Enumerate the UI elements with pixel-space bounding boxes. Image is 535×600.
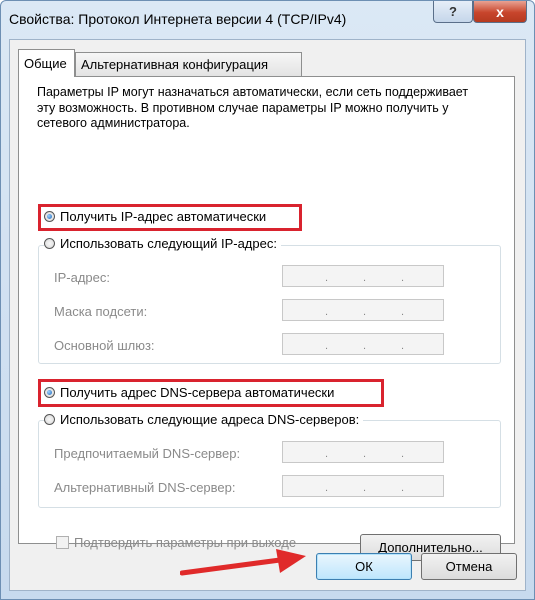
tab-general[interactable]: Общие (18, 49, 75, 77)
dialog-window: Свойства: Протокол Интернета версии 4 (T… (0, 0, 535, 600)
gateway-label: Основной шлюз: (54, 338, 155, 353)
dns-auto-label: Получить адрес DNS-сервера автоматически (60, 385, 335, 400)
cancel-button[interactable]: Отмена (421, 553, 517, 580)
ok-button[interactable]: ОК (316, 553, 412, 580)
ip-manual-radio[interactable]: Использовать следующий IP-адрес: (44, 236, 281, 251)
subnet-mask-input[interactable]: ... (282, 299, 444, 321)
preferred-dns-input[interactable]: ... (282, 441, 444, 463)
tab-alternate-config-label: Альтернативная конфигурация (81, 57, 269, 72)
alternate-dns-label: Альтернативный DNS-сервер: (54, 480, 236, 495)
ip-auto-label: Получить IP-адрес автоматически (60, 209, 267, 224)
red-arrow-annotation (180, 549, 306, 576)
title-bar[interactable]: Свойства: Протокол Интернета версии 4 (T… (1, 1, 534, 39)
ip-address-input[interactable]: ... (282, 265, 444, 287)
preferred-dns-label: Предпочитаемый DNS-сервер: (54, 446, 241, 461)
gateway-input[interactable]: ... (282, 333, 444, 355)
tab-alternate-config[interactable]: Альтернативная конфигурация (75, 52, 302, 76)
window-title: Свойства: Протокол Интернета версии 4 (T… (9, 11, 347, 27)
radio-checked-icon (44, 387, 55, 398)
dns-auto-radio[interactable]: Получить адрес DNS-сервера автоматически (44, 385, 334, 400)
help-button[interactable]: ? (433, 1, 473, 23)
tab-general-label: Общие (24, 56, 67, 71)
ip-manual-label: Использовать следующий IP-адрес: (60, 236, 277, 251)
close-icon: x (496, 3, 504, 20)
close-button[interactable]: x (473, 1, 527, 23)
ip-auto-radio[interactable]: Получить IP-адрес автоматически (44, 209, 266, 224)
subnet-mask-label: Маска подсети: (54, 304, 148, 319)
radio-unchecked-icon (44, 238, 55, 249)
intro-text: Параметры IP могут назначаться автоматич… (37, 85, 469, 130)
ok-button-label: ОК (355, 559, 373, 574)
dns-manual-radio[interactable]: Использовать следующие адреса DNS-сервер… (44, 412, 364, 427)
checkbox-unchecked-icon (56, 536, 69, 549)
help-icon: ? (449, 4, 457, 19)
radio-checked-icon (44, 211, 55, 222)
ip-address-label: IP-адрес: (54, 270, 110, 285)
cancel-button-label: Отмена (445, 559, 493, 574)
dialog-client-area: Общие Альтернативная конфигурация Параме… (9, 39, 526, 591)
alternate-dns-input[interactable]: ... (282, 475, 444, 497)
general-tab-panel: Параметры IP могут назначаться автоматич… (18, 76, 515, 561)
radio-unchecked-icon (44, 414, 55, 425)
dns-manual-label: Использовать следующие адреса DNS-сервер… (60, 412, 360, 427)
